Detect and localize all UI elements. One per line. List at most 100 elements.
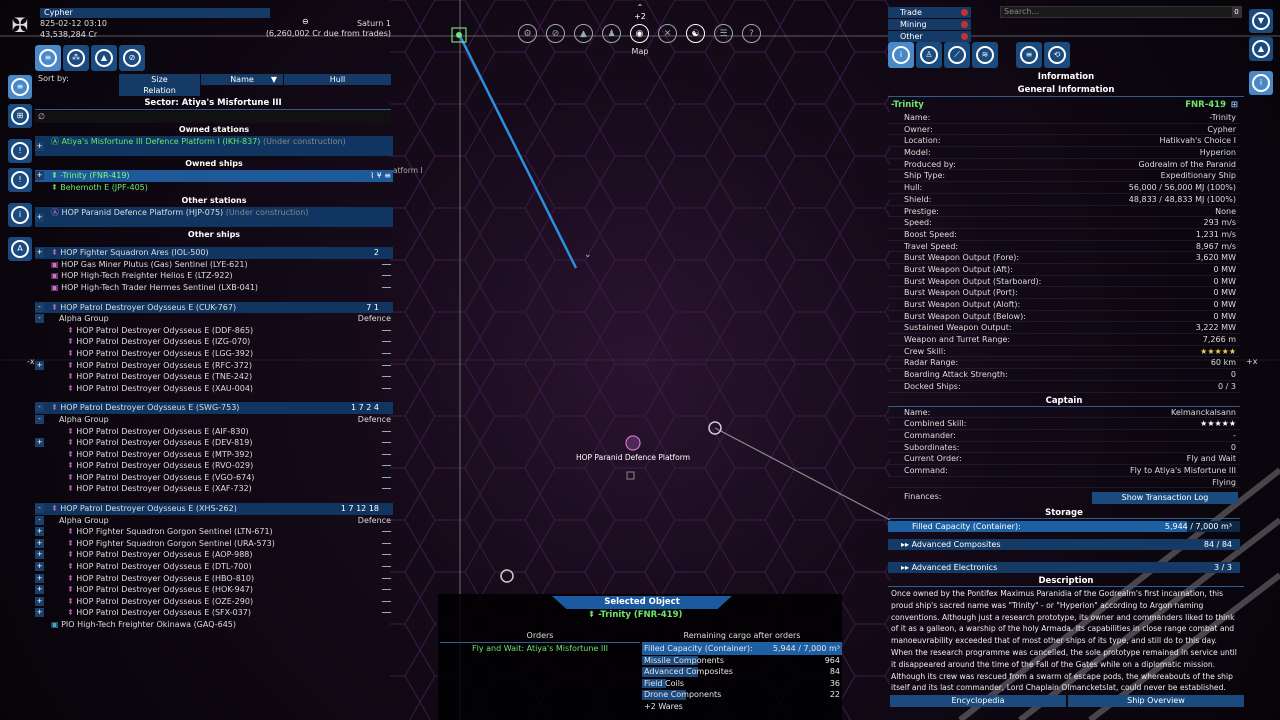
player-icon[interactable]: ✠ xyxy=(8,10,32,40)
tab-object-list[interactable]: ≡ xyxy=(35,45,61,71)
no-entry-icon[interactable]: ⊘ xyxy=(546,24,565,43)
expand-icon[interactable]: + xyxy=(35,142,44,151)
expand-icon[interactable]: - xyxy=(35,504,44,514)
map-icon[interactable]: ◉ xyxy=(630,24,649,43)
list-item-other-station[interactable]: + Ⓐ HOP Paranid Defence Platform (HJP-07… xyxy=(35,207,393,228)
list-item-ship[interactable]: ⇞ HOP Patrol Destroyer Odysseus E (XAF-7… xyxy=(35,483,393,495)
show-transaction-log-button[interactable]: Show Transaction Log xyxy=(1092,492,1238,505)
side-object-list[interactable]: ≡ xyxy=(8,75,32,99)
side-legend-right[interactable]: ▲ xyxy=(1249,37,1273,61)
fleet-group[interactable]: - Alpha Group Defence xyxy=(35,414,393,426)
expand-icon[interactable]: + xyxy=(35,596,44,606)
list-item-ship[interactable]: ⇞ HOP Patrol Destroyer Odysseus E (DDF-8… xyxy=(35,325,393,337)
gear-icon[interactable]: ⚙ xyxy=(518,24,537,43)
expand-icon[interactable]: + xyxy=(35,608,44,618)
expand-icon[interactable]: + xyxy=(35,438,44,448)
list-item-ship[interactable]: ⇞ HOP Patrol Destroyer Odysseus E (VGO-6… xyxy=(35,472,393,484)
crossed-icon[interactable]: ✕ xyxy=(658,24,677,43)
fleet-group[interactable]: - Alpha Group Defence xyxy=(35,313,393,325)
fleet-group[interactable]: - Alpha Group Defence xyxy=(35,515,393,527)
side-warning[interactable]: ! xyxy=(8,168,32,192)
list-item-ship[interactable]: ▣ HOP High-Tech Freighter Helios E (LTZ-… xyxy=(35,270,393,282)
close-icon[interactable] xyxy=(961,9,968,16)
list-item-ship[interactable]: ⇞ HOP Patrol Destroyer Odysseus E (XAU-0… xyxy=(35,383,393,395)
list-item-ship[interactable]: + ⇞ HOP Fighter Squadron Gorgon Sentinel … xyxy=(35,538,393,550)
sort-hull-button[interactable]: Hull xyxy=(284,74,391,85)
expand-icon[interactable]: + xyxy=(35,248,44,258)
side-filter-right[interactable]: ▼ xyxy=(1249,9,1273,33)
list-item-ship[interactable]: ⇞ HOP Patrol Destroyer Odysseus E (IZG-0… xyxy=(35,336,393,348)
list-item-ship[interactable]: + ⇞ HOP Fighter Squadron Gorgon Sentinel … xyxy=(35,526,393,538)
expand-icon[interactable]: + xyxy=(35,360,44,370)
sort-relation-button[interactable]: Relation xyxy=(119,85,200,96)
ship-overview-button[interactable]: Ship Overview xyxy=(1068,695,1244,707)
edit-icon[interactable]: ⊞ xyxy=(1231,99,1238,111)
tab-loadout[interactable]: ⟋ xyxy=(944,42,970,68)
close-icon[interactable] xyxy=(961,33,968,40)
expand-icon[interactable]: - xyxy=(35,302,44,312)
list-item-ship[interactable]: + ⇞ HOP Patrol Destroyer Odysseus E (DEV-… xyxy=(35,437,393,449)
list-item-fleet[interactable]: - ⇞ HOP Patrol Destroyer Odysseus E (XHS… xyxy=(35,503,393,515)
list-item-ship[interactable]: ⇞ HOP Patrol Destroyer Odysseus E (RVO-0… xyxy=(35,460,393,472)
tab-property[interactable]: ⁂ xyxy=(63,45,89,71)
collapse-icon[interactable]: - xyxy=(35,314,44,324)
tab-information[interactable]: i xyxy=(888,42,914,68)
cone-icon[interactable]: ▲ xyxy=(574,24,593,43)
list-item-ship[interactable]: + ⇞ HOP Fighter Squadron Ares (IOL-500) … xyxy=(35,247,393,259)
map-station-label[interactable]: HOP Paranid Defence Platform xyxy=(570,453,696,462)
expand-icon[interactable]: + xyxy=(35,585,44,595)
expand-icon[interactable]: - xyxy=(35,403,44,413)
expand-icon[interactable]: + xyxy=(35,213,44,223)
list-item-ship[interactable]: ▣ PIO High-Tech Freighter Okinawa (GAQ-6… xyxy=(35,619,393,631)
person-icon[interactable]: ♟ xyxy=(602,24,621,43)
list-filter[interactable]: ∅ xyxy=(35,111,391,123)
side-info2[interactable]: i xyxy=(8,203,32,227)
tab-logbook[interactable]: ≡ xyxy=(1016,42,1042,68)
list-item-behemoth[interactable]: ⇞ Behemoth E (JPF-405) xyxy=(35,182,393,194)
collapse-icon[interactable]: - xyxy=(35,414,44,424)
tab-storage[interactable]: ≋ xyxy=(972,42,998,68)
filter-trade[interactable]: Trade xyxy=(888,7,971,18)
list-item-trinity[interactable]: + ⇞ -Trinity (FNR-419) ⌇ ¥ ≡ xyxy=(35,170,393,182)
search-toggle[interactable]: 0 xyxy=(1232,7,1241,17)
expand-icon[interactable]: + xyxy=(35,573,44,583)
storage-item[interactable]: ▸▸ Advanced Composites 84 / 84 xyxy=(888,539,1240,551)
stack-icon[interactable]: ☰ xyxy=(714,24,733,43)
list-item-ship[interactable]: ▣ HOP High-Tech Trader Hermes Sentinel (… xyxy=(35,282,393,294)
expand-icon[interactable]: + xyxy=(35,538,44,548)
list-item-ship[interactable]: + ⇞ HOP Patrol Destroyer Odysseus E (OZE-… xyxy=(35,596,393,608)
list-item-ship[interactable]: ⇞ HOP Patrol Destroyer Odysseus E (AIF-8… xyxy=(35,426,393,438)
help-icon[interactable]: ? xyxy=(742,24,761,43)
search-input[interactable]: Search... xyxy=(1000,6,1242,18)
filter-other[interactable]: Other xyxy=(888,31,971,42)
list-item-ship[interactable]: ▣ HOP Gas Miner Plutus (Gas) Sentinel (L… xyxy=(35,259,393,271)
encyclopedia-button[interactable]: Encyclopedia xyxy=(890,695,1066,707)
list-item-ship[interactable]: ⇞ HOP Patrol Destroyer Odysseus E (MTP-3… xyxy=(35,449,393,461)
filter-mining[interactable]: Mining xyxy=(888,19,971,30)
list-item-fleet[interactable]: - ⇞ HOP Patrol Destroyer Odysseus E (CUK… xyxy=(35,301,393,314)
list-item-ship[interactable]: + ⇞ HOP Patrol Destroyer Odysseus E (HBO-… xyxy=(35,573,393,585)
list-item-ship[interactable]: + ⇞ HOP Patrol Destroyer Odysseus E (AOP-… xyxy=(35,549,393,561)
tab-orders[interactable]: ⟲ xyxy=(1044,42,1070,68)
side-info-right[interactable]: i xyxy=(1249,71,1273,95)
collapse-icon[interactable]: - xyxy=(35,515,44,525)
list-item-ship[interactable]: + ⇞ HOP Patrol Destroyer Odysseus E (DTL-… xyxy=(35,561,393,573)
list-item-fleet[interactable]: - ⇞ HOP Patrol Destroyer Odysseus E (SWG… xyxy=(35,402,393,414)
order-item[interactable]: Fly and Wait: Atiya's Misfortune III xyxy=(440,644,640,653)
expand-icon[interactable]: + xyxy=(35,171,44,180)
side-info[interactable]: ⊞ xyxy=(8,104,32,128)
list-item-ship[interactable]: + ⇞ HOP Patrol Destroyer Odysseus E (RFC-… xyxy=(35,360,393,372)
sort-size-button[interactable]: Size xyxy=(119,74,200,85)
sort-name-button[interactable]: Name ▼ xyxy=(201,74,283,85)
side-faction[interactable]: A xyxy=(8,237,32,261)
close-icon[interactable] xyxy=(961,21,968,28)
tab-terrain[interactable]: ▲ xyxy=(91,45,117,71)
tab-crew[interactable]: ♙ xyxy=(916,42,942,68)
list-item-ship[interactable]: ⇞ HOP Patrol Destroyer Odysseus E (TNE-2… xyxy=(35,371,393,383)
list-item-ship[interactable]: + ⇞ HOP Patrol Destroyer Odysseus E (SFX-… xyxy=(35,607,393,619)
list-item-ship[interactable]: ⇞ HOP Patrol Destroyer Odysseus E (LGG-3… xyxy=(35,348,393,360)
storage-item[interactable]: ▸▸ Advanced Electronics 3 / 3 xyxy=(888,562,1240,574)
expand-icon[interactable]: + xyxy=(35,527,44,537)
expand-icon[interactable]: + xyxy=(35,562,44,572)
tab-missions[interactable]: ⊘ xyxy=(119,45,145,71)
